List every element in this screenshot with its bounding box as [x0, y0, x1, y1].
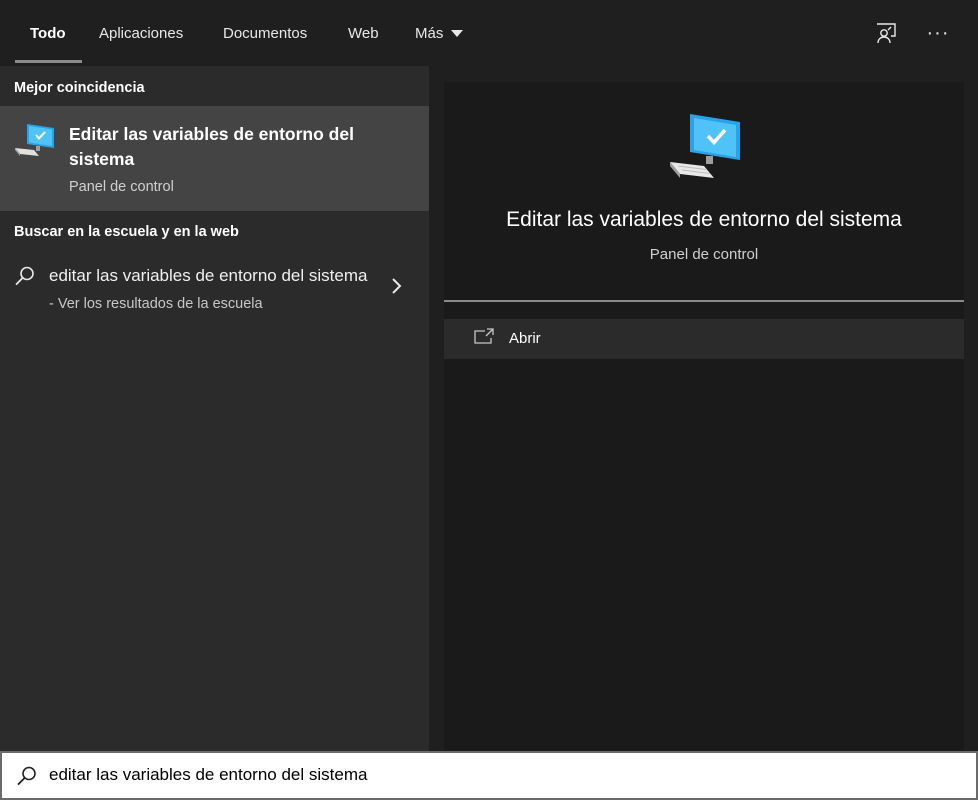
tab-web[interactable]: Web	[348, 0, 379, 66]
best-match-result[interactable]: Editar las variables de entorno del sist…	[0, 106, 429, 211]
web-search-query: editar las variables de entorno del sist…	[49, 266, 368, 285]
chevron-right-icon[interactable]	[390, 277, 404, 295]
web-search-result[interactable]: editar las variables de entorno del sist…	[0, 253, 429, 313]
tab-documents[interactable]: Documentos	[223, 0, 307, 66]
web-search-heading: Buscar en la escuela y en la web	[14, 224, 239, 240]
system-computer-icon-large	[670, 114, 740, 178]
search-input[interactable]	[49, 761, 949, 789]
feedback-button[interactable]	[873, 20, 899, 46]
tab-apps[interactable]: Aplicaciones	[99, 0, 183, 66]
tab-more[interactable]: Más	[415, 0, 464, 66]
web-search-text: editar las variables de entorno del sist…	[49, 263, 369, 317]
open-action-button[interactable]: Abrir	[444, 319, 964, 359]
search-box[interactable]	[0, 751, 978, 800]
best-match-heading: Mejor coincidencia	[14, 80, 145, 96]
feedback-icon	[877, 23, 896, 44]
system-computer-icon	[15, 124, 54, 156]
filter-tab-bar: Todo Aplicaciones Documentos Web Más ···	[0, 0, 978, 66]
web-search-suffix: - Ver los resultados de la escuela	[49, 296, 263, 312]
more-options-button[interactable]: ···	[925, 20, 951, 46]
caret-down-icon	[451, 29, 464, 37]
preview-title: Editar las variables de entorno del sist…	[506, 208, 902, 231]
more-options-icon: ···	[926, 21, 950, 44]
open-action-label: Abrir	[509, 330, 541, 347]
active-tab-indicator	[15, 60, 82, 63]
open-icon	[474, 328, 494, 344]
preview-subtitle: Panel de control	[649, 246, 759, 263]
tab-all[interactable]: Todo	[30, 0, 66, 66]
best-match-subtitle: Panel de control	[69, 179, 174, 195]
search-icon	[15, 266, 34, 286]
results-pane: Mejor coincidencia Editar las variables …	[0, 66, 429, 751]
best-match-title: Editar las variables de entorno del sist…	[69, 124, 354, 169]
preview-divider	[444, 300, 964, 302]
search-icon	[17, 766, 36, 786]
preview-pane: Editar las variables de entorno del sist…	[444, 82, 964, 751]
